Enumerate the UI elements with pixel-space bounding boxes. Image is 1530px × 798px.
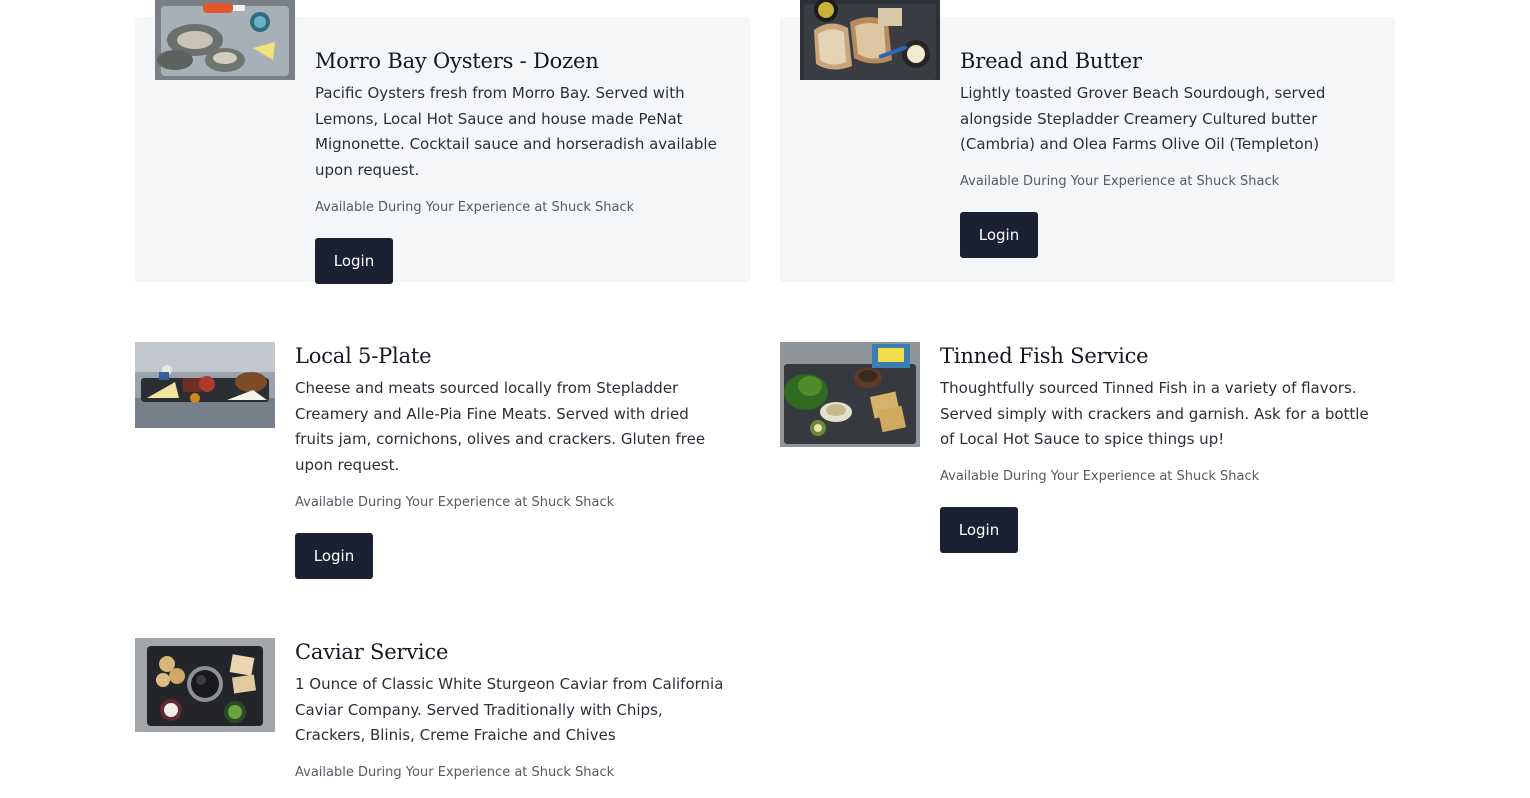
menu-item-card: Bread and Butter Lightly toasted Grover …	[780, 0, 1395, 282]
login-button[interactable]: Login	[940, 507, 1018, 554]
item-title: Morro Bay Oysters - Dozen	[315, 49, 599, 73]
item-title: Bread and Butter	[960, 49, 1142, 73]
item-availability: Available During Your Experience at Shuc…	[295, 494, 615, 510]
menu-item-card: Local 5-Plate Cheese and meats sourced l…	[135, 342, 750, 579]
menu-item-card: Caviar Service 1 Ounce of Classic White …	[135, 638, 750, 798]
tinned-fish-photo	[780, 342, 920, 447]
login-button[interactable]: Login	[960, 212, 1038, 259]
menu-item-card: Morro Bay Oysters - Dozen Pacific Oyster…	[135, 0, 750, 284]
item-title: Tinned Fish Service	[940, 344, 1149, 368]
item-description: 1 Ounce of Classic White Sturgeon Caviar…	[295, 675, 724, 745]
item-availability: Available During Your Experience at Shuc…	[940, 469, 1260, 485]
item-description: Lightly toasted Grover Beach Sourdough, …	[960, 84, 1326, 154]
item-description: Cheese and meats sourced locally from St…	[295, 379, 706, 475]
local-5-plate-photo	[135, 342, 275, 428]
item-title: Caviar Service	[295, 640, 449, 664]
item-availability: Available During Your Experience at Shuc…	[315, 199, 635, 215]
item-title: Local 5-Plate	[295, 344, 432, 368]
caviar-photo	[135, 638, 275, 732]
login-button[interactable]: Login	[315, 237, 393, 284]
menu-item-card: Tinned Fish Service Thoughtfully sourced…	[780, 342, 1395, 572]
item-description: Pacific Oysters fresh from Morro Bay. Se…	[315, 84, 717, 180]
login-button[interactable]: Login	[295, 532, 373, 579]
item-description: Thoughtfully sourced Tinned Fish in a va…	[940, 379, 1369, 449]
item-availability: Available During Your Experience at Shuc…	[960, 174, 1280, 190]
item-availability: Available During Your Experience at Shuc…	[295, 765, 615, 781]
bread-and-butter-photo	[800, 0, 940, 80]
oysters-photo	[155, 0, 295, 80]
